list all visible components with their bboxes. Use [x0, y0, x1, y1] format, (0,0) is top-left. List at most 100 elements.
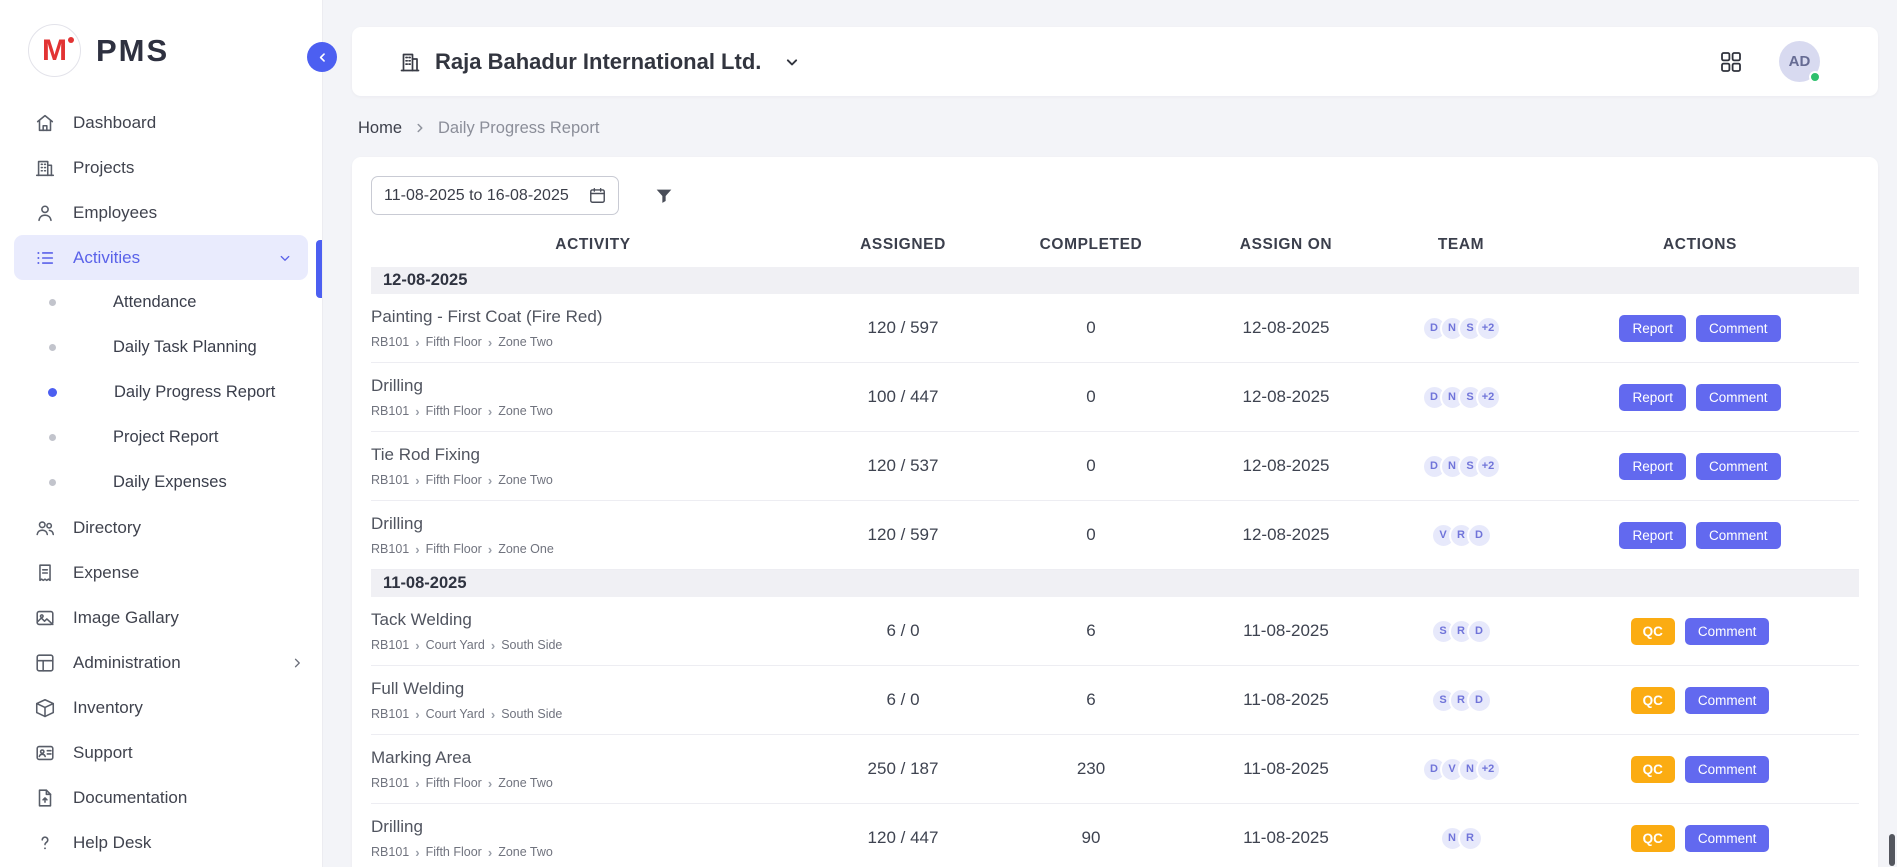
filter-funnel-icon[interactable]: [653, 185, 675, 207]
qc-button[interactable]: QC: [1631, 825, 1675, 852]
completed-cell: 230: [991, 759, 1191, 779]
sidebar-subitem-daily-task-planning[interactable]: Daily Task Planning: [0, 325, 322, 370]
location-part: Zone Two: [498, 845, 553, 859]
activity-title: Full Welding: [371, 679, 805, 699]
team-cell: DNS+2: [1381, 316, 1541, 341]
sidebar: M PMS Dashboard Projects Employees Activiti…: [0, 0, 323, 867]
scrollbar-thumb[interactable]: [1889, 834, 1895, 866]
sidebar-collapse-button[interactable]: [307, 42, 337, 72]
chevron-right-icon: ›: [415, 404, 419, 419]
sidebar-item-help-desk[interactable]: Help Desk: [0, 820, 322, 865]
activity-title: Marking Area: [371, 748, 805, 768]
helpdesk-icon: [34, 832, 56, 854]
sidebar-subitem-label: Daily Expenses: [113, 473, 227, 492]
activity-location-breadcrumb: RB101›Fifth Floor›Zone One: [371, 542, 805, 557]
date-group-row: 12-08-2025: [371, 267, 1859, 294]
activity-cell: DrillingRB101›Fifth Floor›Zone Two: [371, 376, 815, 419]
table-row: Tack WeldingRB101›Court Yard›South Side6…: [371, 597, 1859, 666]
table-row: Tie Rod FixingRB101›Fifth Floor›Zone Two…: [371, 432, 1859, 501]
team-cell: VRD: [1381, 523, 1541, 548]
comment-button[interactable]: Comment: [1696, 315, 1781, 342]
sidebar-item-employees[interactable]: Employees: [0, 190, 322, 235]
team-avatar: R: [1458, 826, 1483, 851]
logo-letter: M: [42, 36, 67, 66]
table-header-row: ACTIVITY ASSIGNED COMPLETED ASSIGN ON TE…: [371, 223, 1859, 267]
comment-button[interactable]: Comment: [1696, 384, 1781, 411]
app-logo[interactable]: M PMS: [0, 0, 322, 91]
sidebar-item-dashboard[interactable]: Dashboard: [0, 100, 322, 145]
assign-on-cell: 11-08-2025: [1191, 690, 1381, 710]
sidebar-item-label: Projects: [73, 158, 134, 178]
chevron-right-icon: ›: [415, 776, 419, 791]
sidebar-item-inventory[interactable]: Inventory: [0, 685, 322, 730]
chevron-right-icon: ›: [491, 707, 495, 722]
location-part: South Side: [501, 707, 562, 721]
activity-cell: DrillingRB101›Fifth Floor›Zone One: [371, 514, 815, 557]
sidebar-item-label: Expense: [73, 563, 139, 583]
sidebar-item-activities[interactable]: Activities: [14, 235, 308, 280]
app-root: M PMS Dashboard Projects Employees Activiti…: [0, 0, 1897, 867]
completed-cell: 6: [991, 621, 1191, 641]
column-header-assign-on: ASSIGN ON: [1191, 236, 1381, 254]
sidebar-item-directory[interactable]: Directory: [0, 505, 322, 550]
sidebar-subitem-daily-expenses[interactable]: Daily Expenses: [0, 460, 322, 505]
team-overflow-badge[interactable]: +2: [1476, 454, 1501, 479]
comment-button[interactable]: Comment: [1696, 453, 1781, 480]
bullet-icon: [49, 344, 56, 351]
table-row: DrillingRB101›Fifth Floor›Zone Two120 / …: [371, 804, 1859, 867]
team-overflow-badge[interactable]: +2: [1476, 757, 1501, 782]
sidebar-item-image-gallary[interactable]: Image Gallary: [0, 595, 322, 640]
sidebar-subitem-daily-progress-report[interactable]: Daily Progress Report: [0, 370, 322, 415]
comment-button[interactable]: Comment: [1685, 825, 1770, 852]
team-overflow-badge[interactable]: +2: [1476, 316, 1501, 341]
team-cell: DVN+2: [1381, 757, 1541, 782]
bullet-icon: [49, 434, 56, 441]
completed-cell: 0: [991, 318, 1191, 338]
report-button[interactable]: Report: [1619, 522, 1686, 549]
qc-button[interactable]: QC: [1631, 756, 1675, 783]
team-cell: NR: [1381, 826, 1541, 851]
actions-cell: QC Comment: [1541, 756, 1859, 783]
apps-grid-icon[interactable]: [1719, 50, 1743, 74]
team-avatar: D: [1467, 619, 1492, 644]
breadcrumb-home-link[interactable]: Home: [358, 119, 402, 138]
column-header-completed: COMPLETED: [991, 236, 1191, 254]
sidebar-item-projects[interactable]: Projects: [0, 145, 322, 190]
comment-button[interactable]: Comment: [1696, 522, 1781, 549]
comment-button[interactable]: Comment: [1685, 756, 1770, 783]
report-button[interactable]: Report: [1619, 384, 1686, 411]
company-selector[interactable]: Raja Bahadur International Ltd.: [398, 49, 802, 75]
user-avatar[interactable]: AD: [1779, 41, 1820, 82]
location-part: Fifth Floor: [426, 845, 482, 859]
sidebar-item-expense[interactable]: Expense: [0, 550, 322, 595]
support-icon: [34, 742, 56, 764]
sidebar-subitem-project-report[interactable]: Project Report: [0, 415, 322, 460]
sidebar-item-administration[interactable]: Administration: [0, 640, 322, 685]
column-header-assigned: ASSIGNED: [815, 236, 991, 254]
chevron-down-icon: [276, 249, 294, 267]
table-row: DrillingRB101›Fifth Floor›Zone Two100 / …: [371, 363, 1859, 432]
sidebar-item-label: Activities: [73, 248, 140, 268]
location-part: RB101: [371, 638, 409, 652]
comment-button[interactable]: Comment: [1685, 618, 1770, 645]
chevron-right-icon: ›: [415, 542, 419, 557]
report-button[interactable]: Report: [1619, 453, 1686, 480]
calendar-icon: [588, 186, 607, 205]
assign-on-cell: 12-08-2025: [1191, 525, 1381, 545]
sidebar-subitem-attendance[interactable]: Attendance: [0, 280, 322, 325]
sidebar-item-documentation[interactable]: Documentation: [0, 775, 322, 820]
actions-cell: Report Comment: [1541, 384, 1859, 411]
team-overflow-badge[interactable]: +2: [1476, 385, 1501, 410]
completed-cell: 0: [991, 525, 1191, 545]
qc-button[interactable]: QC: [1631, 687, 1675, 714]
sidebar-item-label: Dashboard: [73, 113, 156, 133]
administration-icon: [34, 652, 56, 674]
sidebar-item-support[interactable]: Support: [0, 730, 322, 775]
comment-button[interactable]: Comment: [1685, 687, 1770, 714]
bullet-icon: [49, 299, 56, 306]
date-range-input[interactable]: 11-08-2025 to 16-08-2025: [371, 176, 619, 215]
qc-button[interactable]: QC: [1631, 618, 1675, 645]
chevron-right-icon: ›: [415, 335, 419, 350]
report-button[interactable]: Report: [1619, 315, 1686, 342]
location-part: RB101: [371, 335, 409, 349]
